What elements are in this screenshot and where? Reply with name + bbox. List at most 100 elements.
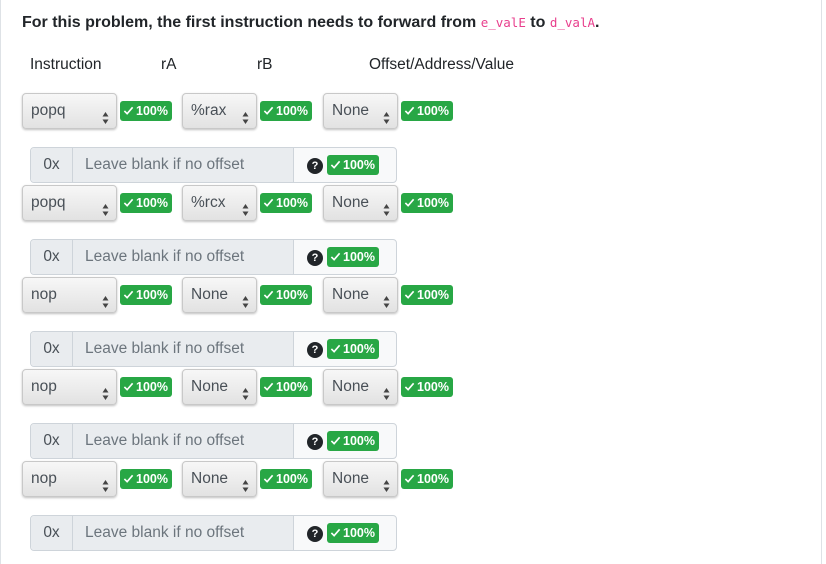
up-down-arrows-icon [383,104,390,124]
checkmark-icon [330,156,341,169]
badge-value: 100% [276,288,308,302]
question-circle-icon[interactable]: ? [307,158,323,174]
up-down-arrows-icon [383,196,390,216]
badge-value: 100% [136,196,168,210]
select-value: None [332,470,370,487]
up-down-arrows-icon [102,472,109,492]
select-value: None [332,102,370,119]
code-e-valE: e_valE [480,15,526,30]
statement-text-end: . [595,14,600,31]
question-circle-icon[interactable]: ? [307,342,323,358]
badge-value: 100% [276,380,308,394]
checkmark-icon [404,378,415,391]
instruction-select[interactable]: nop [22,461,117,497]
checkmark-icon [123,470,134,483]
checkmark-icon [404,286,415,299]
question-circle-icon[interactable]: ? [307,526,323,542]
badge-value: 100% [417,380,449,394]
checkmark-icon [330,432,341,445]
rb-select[interactable]: None [323,369,398,405]
instruction-select[interactable]: nop [22,369,117,405]
instruction-select[interactable]: nop [22,277,117,313]
problem-statement: For this problem, the first instruction … [22,14,599,32]
instruction-select[interactable]: popq [22,93,117,129]
rb-select[interactable]: None [323,461,398,497]
ra-select[interactable]: None [182,461,257,497]
rb-score-badge: 100% [401,377,453,397]
offset-input[interactable] [73,240,294,274]
rb-score-badge: 100% [401,193,453,213]
checkmark-icon [404,194,415,207]
question-circle-icon[interactable]: ? [307,250,323,266]
badge-value: 100% [343,434,375,448]
ra-score-badge: 100% [260,193,312,213]
offset-score-badge: 100% [327,155,379,175]
instruction-score-badge: 100% [120,193,172,213]
offset-input-group: 0x? 100% [30,147,397,183]
checkmark-icon [404,470,415,483]
checkmark-icon [263,286,274,299]
up-down-arrows-icon [242,472,249,492]
offset-score-badge: 100% [327,431,379,451]
rb-score-badge: 100% [401,101,453,121]
rb-select[interactable]: None [323,277,398,313]
ra-select[interactable]: None [182,277,257,313]
question-circle-icon[interactable]: ? [307,434,323,450]
checkmark-icon [404,102,415,115]
select-value: None [332,378,370,395]
offset-score-badge: 100% [327,247,379,267]
statement-text: For this problem, the first instruction … [22,14,481,31]
up-down-arrows-icon [102,196,109,216]
instruction-score-badge: 100% [120,469,172,489]
ra-select[interactable]: None [182,369,257,405]
ra-select[interactable]: %rcx [182,185,257,221]
up-down-arrows-icon [242,104,249,124]
offset-score-badge: 100% [327,523,379,543]
select-value: None [191,378,229,395]
header-rb: rB [257,56,273,73]
ra-select[interactable]: %rax [182,93,257,129]
checkmark-icon [123,286,134,299]
checkmark-icon [123,102,134,115]
offset-input[interactable] [73,332,294,366]
hex-prefix: 0x [31,424,73,458]
badge-value: 100% [136,104,168,118]
header-instruction: Instruction [30,56,102,73]
offset-input[interactable] [73,424,294,458]
checkmark-icon [330,340,341,353]
checkmark-icon [123,194,134,207]
rb-select[interactable]: None [323,93,398,129]
offset-input[interactable] [73,516,294,550]
up-down-arrows-icon [383,472,390,492]
up-down-arrows-icon [102,288,109,308]
header-offset: Offset/Address/Value [369,56,515,73]
checkmark-icon [330,524,341,537]
instruction-select[interactable]: popq [22,185,117,221]
up-down-arrows-icon [383,380,390,400]
badge-value: 100% [343,342,375,356]
hex-prefix: 0x [31,516,73,550]
badge-value: 100% [417,288,449,302]
select-value: None [191,286,229,303]
select-value: nop [31,378,57,395]
instruction-score-badge: 100% [120,101,172,121]
select-value: popq [31,194,66,211]
offset-input[interactable] [73,148,294,182]
ra-score-badge: 100% [260,377,312,397]
badge-value: 100% [136,472,168,486]
badge-value: 100% [417,196,449,210]
hex-prefix: 0x [31,332,73,366]
up-down-arrows-icon [383,288,390,308]
checkmark-icon [263,102,274,115]
header-ra: rA [161,56,177,73]
checkmark-icon [263,378,274,391]
badge-value: 100% [417,104,449,118]
up-down-arrows-icon [242,288,249,308]
checkmark-icon [263,470,274,483]
rb-select[interactable]: None [323,185,398,221]
offset-input-group: 0x? 100% [30,331,397,367]
offset-input-group: 0x? 100% [30,239,397,275]
statement-text-mid: to [525,14,550,31]
offset-input-group: 0x? 100% [30,423,397,459]
badge-value: 100% [343,526,375,540]
